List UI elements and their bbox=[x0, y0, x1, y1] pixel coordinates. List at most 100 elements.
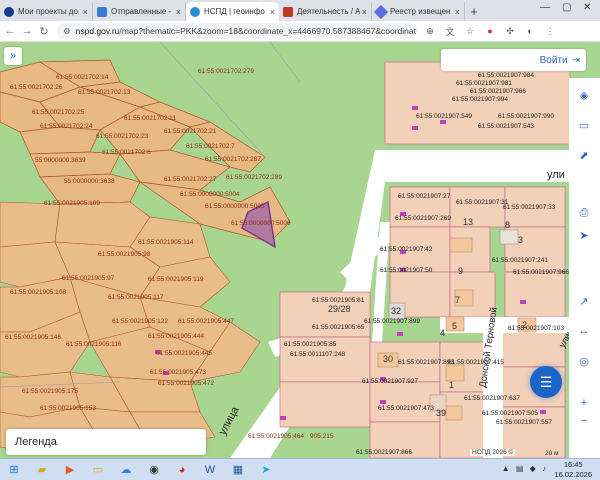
ruler-icon[interactable]: ↔ bbox=[575, 322, 593, 340]
parcel-label[interactable]: 61:55:0021907:31 bbox=[456, 199, 508, 207]
parcel-label[interactable]: 61:55:0021907:990 bbox=[498, 113, 554, 121]
parcel-label[interactable]: 61:55:0021702:7 bbox=[186, 143, 235, 151]
parcel-label[interactable]: 61:55:0021907:966 bbox=[470, 88, 526, 96]
parcel-label[interactable]: 61:55:0021907:981 bbox=[456, 80, 512, 88]
close-tab-icon[interactable]: × bbox=[83, 7, 88, 17]
extensions-puzzle-icon[interactable]: ✣ bbox=[503, 24, 517, 38]
maximize-icon[interactable]: ▢ bbox=[562, 2, 571, 13]
legend-panel[interactable]: Легенда bbox=[6, 429, 206, 455]
parcel-label[interactable]: 61:55:0021905:116 bbox=[66, 341, 122, 349]
chat-icon[interactable]: ☰ bbox=[530, 366, 562, 398]
browser-tab-3[interactable]: Деятельность / А × bbox=[279, 2, 372, 21]
parcel-label[interactable]: 61:55:0021702:287 bbox=[205, 156, 261, 164]
browser-tab-2[interactable]: НСПД | геоинфо × bbox=[186, 2, 279, 21]
parcel-label[interactable]: 61:55:0021702:6 bbox=[102, 149, 151, 157]
zoom-out-icon[interactable]: − bbox=[575, 412, 593, 430]
parcel-label[interactable]: 61:55:0021907:505 bbox=[482, 410, 538, 418]
taskbar-word-icon[interactable]: W bbox=[196, 460, 224, 480]
login-button[interactable]: Войти ⇥ bbox=[441, 49, 586, 71]
address-bar[interactable]: ⚙ nspd.gov.ru /map?thematic=PKK&zoom=18&… bbox=[57, 23, 417, 39]
parcel-label[interactable]: 61:55:0021702:13 bbox=[78, 89, 130, 97]
parcel-label[interactable]: 61:55:0021702:27 bbox=[164, 176, 216, 184]
translate-icon[interactable]: 文 bbox=[443, 24, 457, 38]
taskbar-media-icon[interactable]: ▶ bbox=[56, 460, 84, 480]
parcel-label[interactable]: 61:55:0021907:927 bbox=[362, 378, 418, 386]
parcel-label[interactable]: 61:55:0021907:966 bbox=[513, 269, 569, 277]
print-icon[interactable]: ⎙ bbox=[575, 204, 593, 222]
parcel-label[interactable]: 61:55:0021905:447 bbox=[178, 318, 234, 326]
parcel-label[interactable]: 61:55:0000000:5005 bbox=[205, 203, 265, 211]
parcel-label[interactable]: 61:55:0021907:415 bbox=[448, 359, 504, 367]
parcel-label[interactable]: 61:55:0021907:103 bbox=[508, 325, 564, 333]
browser-tab-0[interactable]: Мои проекты до × bbox=[0, 2, 93, 21]
parcel-label[interactable]: 61:55:0021907:637 bbox=[464, 395, 520, 403]
parcel-label[interactable]: 61:55:0021907:42 bbox=[380, 246, 432, 254]
taskbar-doc-icon[interactable]: ▦ bbox=[224, 460, 252, 480]
zoom-in-icon[interactable]: + bbox=[575, 394, 593, 412]
parcel-label[interactable]: 61:55:0021905:114 bbox=[138, 239, 194, 247]
taskbar-telegram-icon[interactable]: ➤ bbox=[252, 460, 280, 480]
clock[interactable]: 16:45 16.02.2026 bbox=[554, 460, 592, 480]
parcel-label[interactable]: 61:55:0021702:23 bbox=[96, 133, 148, 141]
parcel-label[interactable]: 61:55:0021907:50 bbox=[380, 267, 432, 275]
browser-tab-4[interactable]: Реестр извещен × bbox=[372, 2, 465, 21]
navigate-icon[interactable]: ↗ bbox=[575, 292, 593, 310]
parcel-label[interactable]: 61:55:0021702:21 bbox=[164, 128, 216, 136]
parcel-label[interactable]: 61:55:0021907:543 bbox=[478, 123, 534, 131]
taskbar-app-icon[interactable]: ◉ bbox=[140, 460, 168, 480]
parcel-label[interactable]: 61:55:0021702:26 bbox=[10, 84, 62, 92]
parcel-label[interactable]: 61:55:0021905:445 bbox=[156, 350, 212, 358]
parcel-label[interactable]: 61:55:0021905:473 bbox=[150, 369, 206, 377]
parcel-label[interactable]: 55:0000000:3639 bbox=[35, 157, 86, 165]
parcel-label[interactable]: 61:55:0000000:5004 bbox=[180, 191, 240, 199]
close-tab-icon[interactable]: × bbox=[362, 7, 367, 17]
parcel-label[interactable]: 61:55:0021907:984 bbox=[478, 72, 534, 80]
keyboard-icon[interactable]: ▭ bbox=[575, 116, 593, 134]
parcel-label[interactable]: 61:55:0021907:866 bbox=[356, 449, 412, 457]
cadastral-map[interactable]: 61:55:0021702:279 61:55:0021702:14 61:55… bbox=[0, 42, 600, 458]
parcel-label[interactable]: 61:55:0011107:248 bbox=[290, 351, 345, 359]
parcel-label[interactable]: 61:55:0021905:85 bbox=[284, 341, 336, 349]
taskbar-cloud-icon[interactable]: ☁ bbox=[112, 460, 140, 480]
close-tab-icon[interactable]: × bbox=[455, 7, 460, 17]
browser-menu-icon[interactable]: ⋮ bbox=[543, 24, 557, 38]
close-tab-icon[interactable]: × bbox=[270, 7, 275, 17]
reload-icon[interactable]: ↻ bbox=[37, 25, 51, 38]
close-tab-icon[interactable]: × bbox=[176, 7, 181, 17]
parcel-label[interactable]: 61:55:0021905:109 bbox=[44, 200, 100, 208]
parcel-label[interactable]: 61:55:0021905:117 bbox=[108, 294, 164, 302]
parcel-label[interactable]: 61:55:0021905:97 bbox=[62, 275, 114, 283]
parcel-label[interactable]: 61:55:0021905:122 bbox=[112, 318, 168, 326]
back-icon[interactable]: ← bbox=[3, 25, 17, 37]
parcel-label[interactable]: 61:55:0021907:549 bbox=[416, 113, 472, 121]
profile-icon[interactable]: ◐ bbox=[523, 24, 537, 38]
extension-icon[interactable]: ● bbox=[483, 24, 497, 38]
parcel-label[interactable]: 61:55:0021905:108 bbox=[10, 289, 66, 297]
parcel-label[interactable]: 61:55:0021907:557 bbox=[496, 419, 552, 427]
new-tab-button[interactable]: + bbox=[465, 2, 483, 21]
expand-panel-button[interactable]: » bbox=[4, 47, 22, 65]
parcel-label[interactable]: 61:55:0000000:5006 bbox=[231, 220, 291, 228]
zoom-icon[interactable]: ⊕ bbox=[423, 24, 437, 38]
parcel-label[interactable]: 905:215 bbox=[310, 433, 334, 441]
parcel-label[interactable]: 61:55:0021702:279 bbox=[198, 68, 254, 76]
forward-icon[interactable]: → bbox=[20, 25, 34, 37]
site-info-icon[interactable]: ⚙ bbox=[63, 26, 71, 37]
browser-tab-1[interactable]: Отправленные - × bbox=[93, 2, 186, 21]
parcel-label[interactable]: 61:55:0021905:119 bbox=[148, 276, 204, 284]
parcel-label[interactable]: 61:55:0021907:269 bbox=[395, 215, 451, 223]
system-tray-icons[interactable]: ▲ ▤ ◆ ♪ bbox=[502, 464, 548, 473]
close-window-icon[interactable]: ✕ bbox=[583, 2, 591, 13]
parcel-label[interactable]: 55:0000000:3638 bbox=[64, 178, 115, 186]
parcel-label[interactable]: 61:55:0021905:175 bbox=[22, 388, 78, 396]
parcel-label[interactable]: 61:55:0021702:289 bbox=[226, 174, 282, 182]
parcel-label[interactable]: 61:55:0021907:994 bbox=[452, 96, 508, 104]
parcel-label[interactable]: 61:55:0021907:893 bbox=[398, 359, 454, 367]
taskbar-folder-icon[interactable]: ▭ bbox=[84, 460, 112, 480]
parcel-label[interactable]: 61:55:0021905:98 bbox=[98, 251, 150, 259]
start-icon[interactable]: ⊞ bbox=[0, 460, 28, 480]
parcel-label[interactable]: 61:55:0021907:27 bbox=[398, 193, 450, 201]
route-icon[interactable]: ➤ bbox=[575, 226, 593, 244]
taskbar-explorer-icon[interactable]: ▰ bbox=[28, 460, 56, 480]
parcel-label[interactable]: 61:55:0021702:25 bbox=[32, 109, 84, 117]
